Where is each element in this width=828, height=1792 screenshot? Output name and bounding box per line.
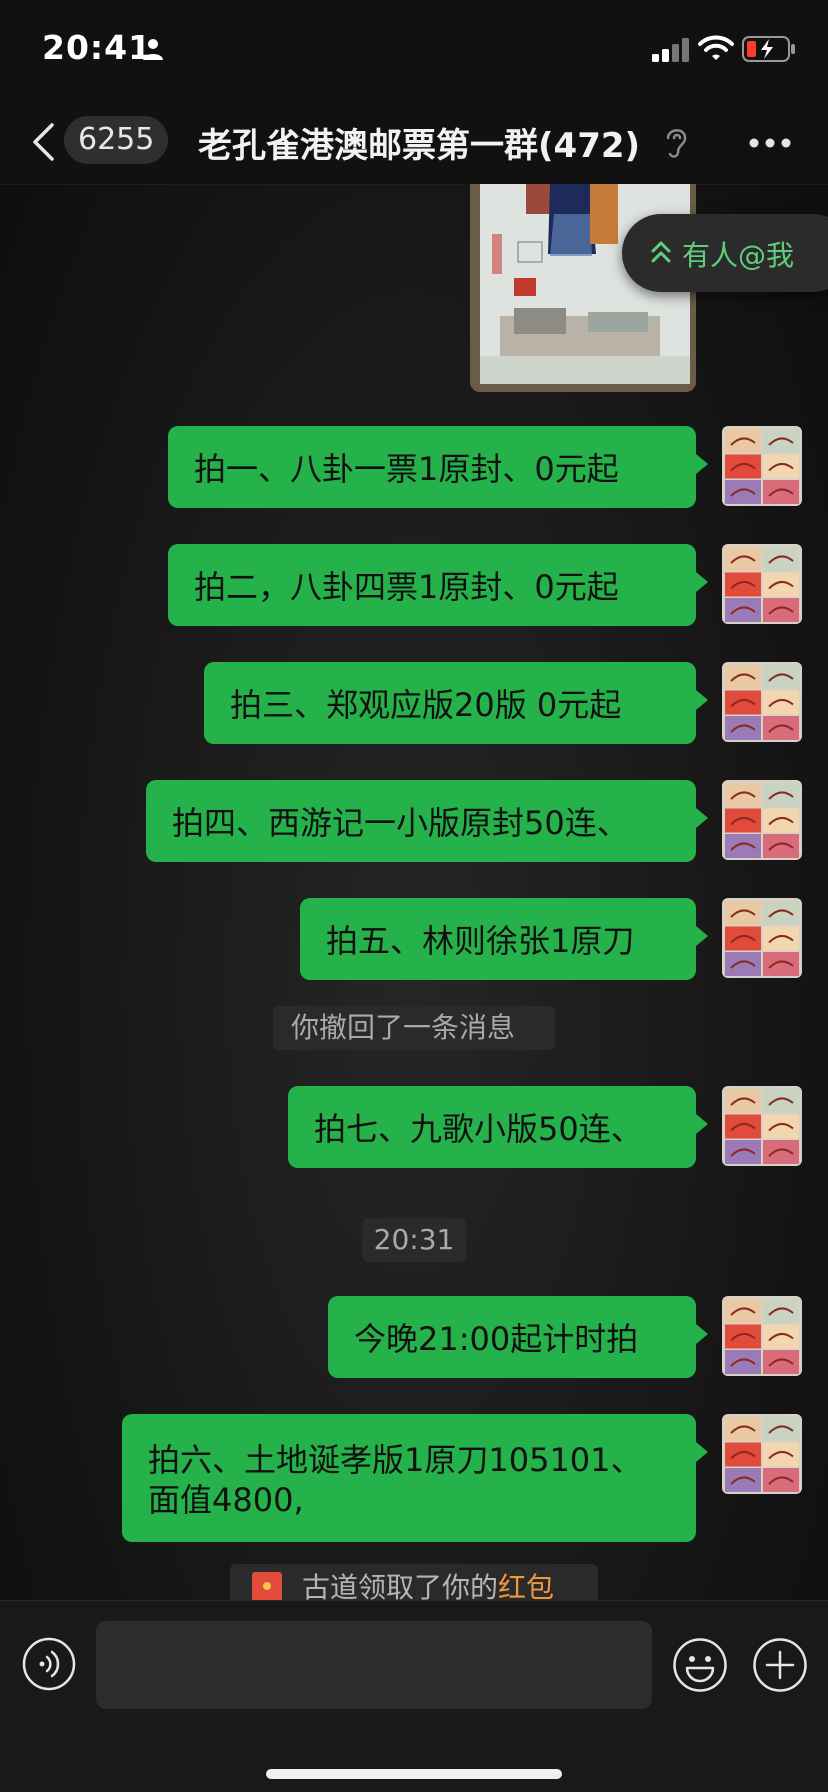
message-bubble[interactable]: 拍三、郑观应版20版 0元起 [204,662,708,744]
message-bubble[interactable]: 拍六、土地诞孝版1原刀105101、面值4800, [122,1414,708,1542]
plus-icon[interactable] [752,1637,808,1693]
message-text: 拍五、林则徐张1原刀 [326,922,635,960]
message-bubble[interactable]: 拍一、八卦一票1原封、0元起 [168,426,708,508]
avatar[interactable] [722,544,802,624]
stamp-avatar-image [722,1086,802,1166]
message-bubble[interactable]: 拍五、林则徐张1原刀 [300,898,708,980]
emoji-icon[interactable] [672,1637,728,1693]
stamp-avatar-image [722,1296,802,1376]
more-dots-icon[interactable] [748,136,792,150]
avatar[interactable] [722,1296,802,1376]
message-text: 拍三、郑观应版20版 0元起 [230,686,622,724]
message-bubble[interactable]: 拍七、九歌小版50连、 [288,1086,708,1168]
signal-icon [652,38,689,62]
avatar[interactable] [722,662,802,742]
voice-icon[interactable] [22,1637,76,1691]
chat-screen: 20:41 6255 老孔雀港澳邮票第一群(472) 有人@我 拍一、八卦一票1… [0,0,828,1792]
stamp-avatar-image [722,544,802,624]
mention-label: 有人@我 [682,239,795,272]
recall-notice: 你撤回了一条消息 [273,1006,555,1050]
stamp-avatar-image [722,426,802,506]
message-text: 拍一、八卦一票1原封、0元起 [194,450,619,488]
red-packet-link[interactable]: 红包 [498,1571,554,1600]
avatar[interactable] [722,426,802,506]
person-icon [143,39,163,60]
home-indicator[interactable] [266,1769,562,1779]
ear-icon [666,129,687,158]
message-bubble[interactable]: 拍四、西游记一小版原封50连、 [146,780,708,862]
chat-header: 6255 老孔雀港澳邮票第一群(472) [0,100,828,185]
red-packet-notice: 古道领取了你的红包 [230,1564,598,1600]
red-packet-icon [252,1572,282,1600]
avatar[interactable] [722,780,802,860]
avatar[interactable] [722,898,802,978]
battery-charging-icon [742,36,795,62]
mention-banner[interactable]: 有人@我 [622,214,828,292]
message-input[interactable] [96,1621,652,1709]
message-text: 拍二，八卦四票1原封、0元起 [194,568,619,606]
message-text: 拍七、九歌小版50连、 [314,1110,643,1148]
message-text: 今晚21:00起计时拍 [354,1320,639,1358]
stamp-avatar-image [722,1414,802,1494]
timestamp: 20:31 [362,1218,466,1262]
double-chevron-up-icon [651,241,671,263]
wifi-icon [698,35,734,60]
stamp-avatar-image [722,780,802,860]
avatar[interactable] [722,1414,802,1494]
avatar[interactable] [722,1086,802,1166]
message-text: 拍六、土地诞孝版1原刀105101、面值4800, [148,1441,643,1519]
red-packet-text: 古道领取了你的 [302,1571,499,1600]
chat-title: 老孔雀港澳邮票第一群(472) [198,126,641,166]
unread-count-badge[interactable]: 6255 [64,116,169,164]
stamp-avatar-image [722,662,802,742]
message-bubble[interactable]: 今晚21:00起计时拍 [328,1296,708,1378]
message-text: 拍四、西游记一小版原封50连、 [172,804,629,842]
message-bubble[interactable]: 拍二，八卦四票1原封、0元起 [168,544,708,626]
input-bar [0,1600,828,1792]
status-bar: 20:41 [0,0,828,100]
stamp-avatar-image [722,898,802,978]
chevron-left-icon[interactable] [30,122,56,162]
status-time: 20:41 [42,28,153,67]
